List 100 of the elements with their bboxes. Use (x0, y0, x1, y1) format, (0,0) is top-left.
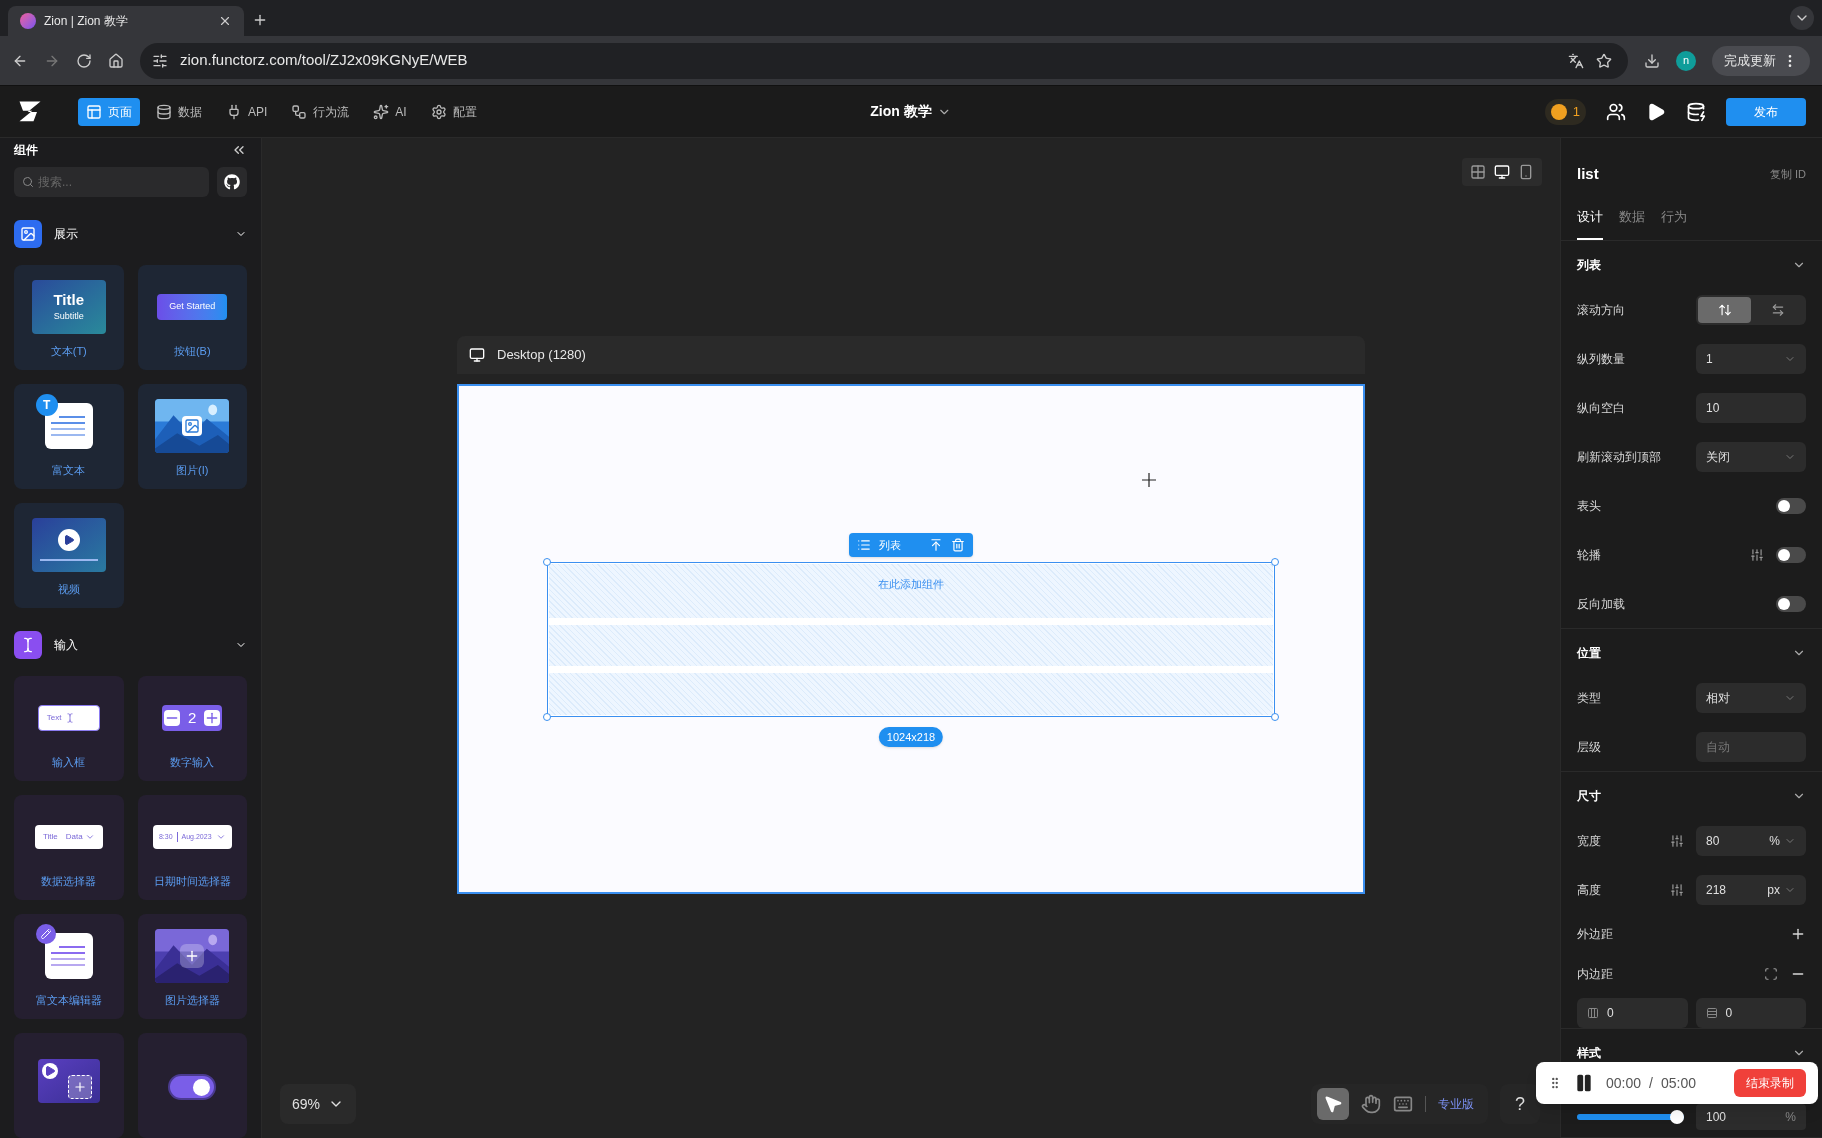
inspector-tab[interactable]: 行为 (1661, 194, 1687, 240)
padding-field[interactable]: 0 (1695, 998, 1806, 1028)
update-button[interactable]: 完成更新 (1712, 45, 1810, 76)
component-label: 日期时间选择器 (153, 874, 231, 889)
download-icon[interactable] (1644, 52, 1660, 69)
github-button[interactable] (217, 167, 247, 197)
input-field[interactable]: 自动 (1696, 731, 1806, 762)
section-title: 样式 (1577, 1045, 1601, 1062)
search-field[interactable]: 搜索... (14, 167, 209, 197)
bind-variable-icon[interactable] (1670, 833, 1684, 848)
close-icon[interactable] (218, 14, 232, 28)
toggle-switch[interactable] (1776, 595, 1806, 612)
translate-icon[interactable] (1568, 52, 1584, 69)
component-label: 按钮(B) (173, 344, 211, 359)
nav-tab[interactable]: 数据 (148, 97, 210, 126)
component-card[interactable] (137, 1033, 247, 1138)
select-field[interactable]: 1 (1696, 343, 1806, 374)
new-tab-icon[interactable] (252, 12, 268, 28)
padding-field[interactable]: 0 (1577, 998, 1688, 1028)
toggle-switch[interactable] (1776, 497, 1806, 514)
unit-input-field[interactable]: 80 % (1696, 825, 1806, 856)
select-parent-icon[interactable] (929, 538, 943, 552)
resize-handle[interactable] (1271, 713, 1279, 721)
address-bar[interactable]: zion.functorz.com/tool/ZJ2x09KGNyE/WEB (140, 42, 1628, 79)
inspector-tab[interactable]: 数据 (1619, 194, 1645, 240)
component-card[interactable]: 2 数字输入 (137, 676, 247, 781)
component-card[interactable] (14, 1033, 124, 1138)
site-info-icon[interactable] (152, 52, 168, 69)
plus-icon (180, 944, 205, 968)
pro-edition-link[interactable]: 专业版 (1438, 1095, 1482, 1113)
component-card[interactable]: 富文本编辑器 (14, 914, 124, 1019)
component-card[interactable]: Title Subtitle 文本(T) (14, 265, 124, 370)
component-card[interactable]: 视频 (14, 503, 124, 608)
property-label: 刷新滚动到顶部 (1577, 448, 1661, 466)
pause-icon[interactable] (1574, 1073, 1594, 1093)
resize-handle[interactable] (543, 713, 551, 721)
nav-tab[interactable]: 行为流 (283, 97, 358, 126)
preview-button: Get Started (157, 294, 228, 320)
grid-icon[interactable] (1470, 164, 1486, 180)
preview-subtitle: Subtitle (53, 309, 84, 323)
document-icon (44, 933, 93, 979)
unit-input-field[interactable]: 218 px (1696, 874, 1806, 905)
warning-badge[interactable]: 1 (1544, 98, 1586, 125)
layout-icon (86, 103, 102, 120)
select-field[interactable]: 相对 (1696, 682, 1806, 713)
switch-preview (168, 1074, 217, 1100)
home-icon[interactable] (108, 52, 124, 69)
vertical-arrows-icon (1717, 302, 1732, 317)
padding-mode-icon[interactable] (1764, 967, 1778, 981)
caret-icon (84, 832, 95, 842)
database-icon (156, 103, 172, 120)
workflow-icon (291, 103, 308, 120)
component-card[interactable]: Text 输入框 (14, 676, 124, 781)
stop-recording-button[interactable]: 结束录制 (1734, 1069, 1806, 1097)
hand-tool-icon[interactable] (1361, 1094, 1381, 1114)
component-label: 富文本编辑器 (35, 993, 102, 1008)
preview-number: 2 (187, 707, 198, 728)
desktop-icon[interactable] (1494, 164, 1510, 180)
direction-option[interactable] (1698, 296, 1751, 323)
project-switcher[interactable]: Zion 教学 (870, 101, 952, 122)
select-field[interactable]: 关闭 (1696, 441, 1806, 472)
nav-tab[interactable]: 配置 (422, 97, 485, 126)
nav-tab[interactable]: API (218, 97, 276, 126)
component-card[interactable]: 图片选择器 (137, 914, 247, 1019)
copy-id-link[interactable]: 复制 ID (1769, 166, 1806, 183)
bind-variable-icon[interactable] (1670, 882, 1684, 897)
browser-tab[interactable]: Zion | Zion 教学 (8, 6, 244, 36)
bookmark-icon[interactable] (1596, 52, 1612, 69)
add-icon[interactable] (1790, 926, 1806, 942)
tab-list-icon[interactable] (1790, 6, 1814, 30)
search-icon (22, 176, 34, 188)
preview-text: Data (65, 831, 83, 843)
toggle-switch[interactable] (1776, 546, 1806, 563)
elapsed-time: 00:00 (1606, 1073, 1642, 1093)
component-card[interactable]: Title Data 数据选择器 (14, 795, 124, 900)
property-label: 纵列数量 (1577, 350, 1625, 368)
pointer-tool-icon[interactable] (1317, 1088, 1349, 1120)
number-field[interactable]: 100 % (1696, 1104, 1806, 1130)
keyboard-icon[interactable] (1393, 1094, 1413, 1114)
component-card[interactable]: 图片(I) (137, 384, 247, 489)
reload-icon[interactable] (76, 52, 92, 69)
property-label: 纵向空白 (1577, 399, 1625, 417)
inspector-tab[interactable]: 设计 (1577, 194, 1603, 240)
input-field[interactable]: 10 (1696, 392, 1806, 423)
section-title: 尺寸 (1577, 788, 1601, 805)
component-card[interactable]: Get Started 按钮(B) (137, 265, 247, 370)
slider-thumb[interactable] (1670, 1110, 1684, 1124)
nav-tab[interactable]: AI (365, 97, 415, 126)
database-icon[interactable] (1686, 101, 1706, 122)
delete-icon[interactable] (951, 538, 965, 552)
users-icon[interactable] (1606, 101, 1626, 122)
component-card[interactable]: T 富文本 (14, 384, 124, 489)
zoom-control[interactable]: 69% (280, 1084, 357, 1124)
bind-variable-icon[interactable] (1750, 547, 1764, 562)
play-icon[interactable] (1646, 101, 1666, 122)
plus-icon (67, 1075, 92, 1099)
resize-handle[interactable] (1271, 558, 1279, 566)
phone-icon[interactable] (1518, 164, 1534, 180)
resize-handle[interactable] (543, 558, 551, 566)
component-name: 列表 (879, 537, 901, 553)
